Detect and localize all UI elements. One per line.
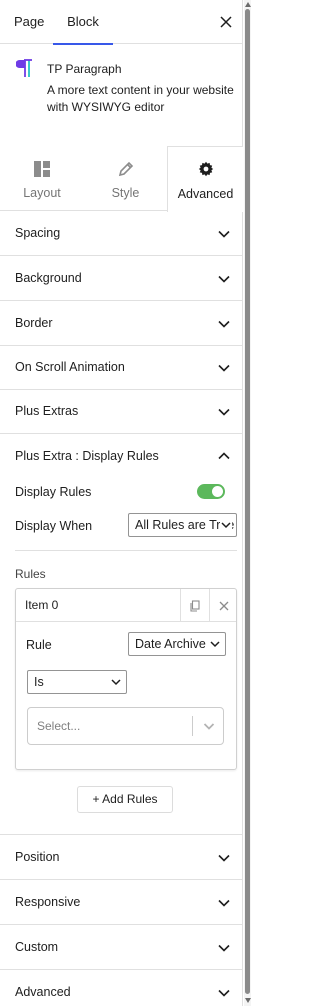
- inspector-header: Page Block: [0, 0, 243, 45]
- duplicate-button[interactable]: [181, 589, 209, 622]
- rules-label: Rules: [15, 567, 46, 581]
- display-rules-label: Display Rules: [15, 485, 92, 499]
- chevron-down-icon: [220, 519, 232, 531]
- close-icon: [220, 16, 232, 28]
- divider: [15, 550, 237, 551]
- operator-select[interactable]: Is: [27, 670, 127, 694]
- divider: [192, 716, 193, 736]
- rule-label: Rule: [26, 638, 52, 652]
- section-advanced[interactable]: Advanced: [0, 970, 243, 1006]
- display-when-select[interactable]: All Rules are True: [128, 513, 237, 537]
- paragraph-icon: [16, 59, 32, 77]
- tab-page[interactable]: Page: [14, 0, 44, 44]
- chevron-down-icon: [218, 989, 230, 997]
- section-title: Background: [15, 271, 82, 285]
- chevron-down-icon: [209, 638, 221, 650]
- rule-item-title: Item 0: [25, 598, 59, 612]
- tab-style[interactable]: Style: [84, 146, 167, 211]
- copy-icon: [190, 599, 200, 612]
- tab-style-label: Style: [111, 186, 140, 200]
- value-select[interactable]: Select...: [27, 707, 224, 745]
- layout-grid-icon: [34, 161, 50, 177]
- section-background[interactable]: Background: [0, 256, 243, 301]
- display-when-label: Display When: [15, 519, 93, 533]
- section-title: On Scroll Animation: [15, 360, 125, 374]
- section-on-scroll-animation[interactable]: On Scroll Animation: [0, 345, 243, 390]
- block-description: A more text content in your website with…: [47, 83, 234, 114]
- section-position[interactable]: Position: [0, 835, 243, 880]
- rule-item-card: Item 0 Rule Date Archive Is Select...: [15, 588, 237, 770]
- tab-advanced-label: Advanced: [177, 187, 234, 201]
- section-spacing[interactable]: Spacing: [0, 211, 243, 256]
- gear-icon: [198, 161, 213, 177]
- section-title: Advanced: [15, 985, 71, 999]
- style-tabs: Layout Style Advanced: [0, 146, 243, 212]
- close-icon: [219, 601, 229, 610]
- chevron-down-icon: [218, 408, 230, 416]
- section-title: Custom: [15, 940, 59, 954]
- scroll-down-arrow-icon[interactable]: [245, 998, 251, 1003]
- section-title: Position: [15, 850, 60, 864]
- add-rules-button[interactable]: + Add Rules: [77, 786, 173, 813]
- section-title: Plus Extra : Display Rules: [15, 449, 159, 463]
- chevron-down-icon: [218, 275, 230, 283]
- chevron-down-icon: [110, 676, 122, 688]
- section-title: Spacing: [15, 226, 61, 240]
- chevron-down-icon: [203, 723, 215, 730]
- section-title: Plus Extras: [15, 404, 79, 418]
- value-placeholder: Select...: [37, 719, 81, 733]
- display-rules-toggle[interactable]: [197, 484, 225, 499]
- chevron-down-icon: [218, 944, 230, 952]
- tab-layout[interactable]: Layout: [0, 146, 84, 211]
- section-title: Responsive: [15, 895, 81, 909]
- chevron-up-icon: [218, 452, 230, 460]
- scroll-up-arrow-icon[interactable]: [245, 2, 251, 7]
- chevron-down-icon: [218, 320, 230, 328]
- section-display-rules-header[interactable]: Plus Extra : Display Rules: [0, 434, 243, 479]
- tab-advanced[interactable]: Advanced: [167, 146, 243, 212]
- tab-block[interactable]: Block: [53, 0, 113, 45]
- operator-value: Is: [34, 675, 44, 689]
- section-border[interactable]: Border: [0, 301, 243, 346]
- pencil-icon: [118, 161, 133, 177]
- scrollbar-thumb[interactable]: [245, 9, 250, 994]
- tab-layout-label: Layout: [23, 186, 61, 200]
- chevron-down-icon: [218, 854, 230, 862]
- section-title: Border: [15, 316, 53, 330]
- chevron-down-icon: [218, 230, 230, 238]
- rule-select[interactable]: Date Archive: [128, 632, 226, 656]
- section-custom[interactable]: Custom: [0, 925, 243, 970]
- remove-item-button[interactable]: [210, 589, 238, 622]
- block-inspector-panel: Page Block TP Paragraph A more text cont…: [0, 0, 243, 1006]
- section-plus-extras[interactable]: Plus Extras: [0, 389, 243, 434]
- chevron-down-icon: [218, 364, 230, 372]
- chevron-down-icon: [218, 899, 230, 907]
- dropdown-indicator[interactable]: [198, 716, 220, 736]
- rule-value: Date Archive: [135, 637, 206, 651]
- section-responsive[interactable]: Responsive: [0, 880, 243, 925]
- block-card: TP Paragraph A more text content in your…: [0, 45, 243, 146]
- close-button[interactable]: [215, 11, 237, 33]
- block-title: TP Paragraph: [47, 62, 122, 76]
- rule-item-header[interactable]: Item 0: [16, 589, 236, 622]
